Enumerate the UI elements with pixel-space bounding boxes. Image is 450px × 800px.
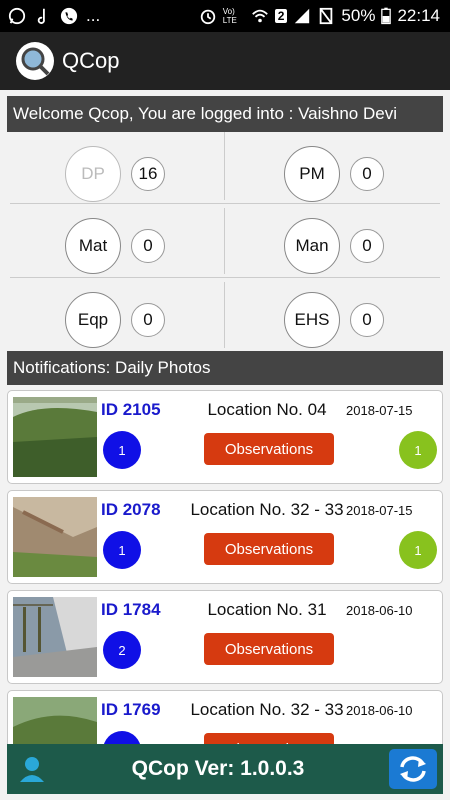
counter-eqp[interactable]: Eqp 0 <box>65 284 283 356</box>
card-id: ID 1769 <box>101 700 161 719</box>
user-profile-icon[interactable] <box>17 754 47 784</box>
counter-value: 0 <box>350 157 384 191</box>
list-item[interactable]: ID 1769 Location No. 32 - 33 2018-06-10 … <box>7 690 443 744</box>
blue-count-badge[interactable]: 2 <box>103 631 141 669</box>
status-time: 22:14 <box>397 6 440 25</box>
green-count-badge[interactable]: 1 <box>399 531 437 569</box>
site-photo-thumbnail[interactable] <box>13 397 97 477</box>
alarm-icon <box>200 9 215 25</box>
app-title: QCop <box>62 48 120 73</box>
observations-button[interactable]: Observations <box>204 733 334 744</box>
app-version: QCop Ver: 1.0.0.3 <box>131 757 305 780</box>
counter-dp[interactable]: DP 16 <box>65 138 283 210</box>
counter-value: 0 <box>131 229 165 263</box>
card-location: Location No. 32 - 33 <box>190 700 344 719</box>
notifications-list[interactable]: ID 2105 Location No. 04 2018-07-15 1 Obs… <box>0 390 450 744</box>
green-count-badge[interactable]: 1 <box>399 431 437 469</box>
blue-count-badge[interactable]: 1 <box>103 531 141 569</box>
card-id: ID 2078 <box>101 500 161 519</box>
status-left: ... <box>0 6 100 26</box>
battery-icon <box>381 7 392 25</box>
volte-indicator: Vo) LTE <box>222 7 237 25</box>
list-item[interactable]: ID 2105 Location No. 04 2018-07-15 1 Obs… <box>7 390 443 484</box>
counters-grid: DP 16 PM 0 Mat 0 Man 0 Eqp 0 EHS 0 <box>7 132 443 348</box>
card-location: Location No. 32 - 33 <box>190 500 344 519</box>
counter-mat[interactable]: Mat 0 <box>65 210 283 282</box>
observations-button[interactable]: Observations <box>204 533 334 565</box>
battery-percent: 50% <box>341 6 376 25</box>
phone-icon <box>60 7 78 25</box>
signal-icon <box>295 8 310 24</box>
counter-label: DP <box>65 146 121 202</box>
notifications-header: Notifications: Daily Photos <box>7 351 443 385</box>
list-item[interactable]: ID 1784 Location No. 31 2018-06-10 2 Obs… <box>7 590 443 684</box>
refresh-icon <box>400 756 426 782</box>
sim-badge: 2 <box>274 9 288 23</box>
status-overflow: ... <box>86 6 101 25</box>
app-bar: QCop <box>0 32 450 90</box>
blue-count-badge[interactable]: 1 <box>103 431 141 469</box>
notifications-title: Notifications: Daily Photos <box>13 358 211 377</box>
welcome-banner: Welcome Qcop, You are logged into : Vais… <box>7 96 443 132</box>
counter-ehs[interactable]: EHS 0 <box>284 284 450 356</box>
counter-value: 0 <box>350 229 384 263</box>
counter-label: EHS <box>284 292 340 348</box>
counter-man[interactable]: Man 0 <box>284 210 450 282</box>
card-date: 2018-06-10 <box>346 703 413 718</box>
card-id: ID 1784 <box>101 600 161 619</box>
card-date: 2018-06-10 <box>346 603 413 618</box>
observations-button[interactable]: Observations <box>204 633 334 665</box>
refresh-button[interactable] <box>389 749 437 789</box>
status-bar: ... Vo) LTE 2 50% 22:14 <box>0 0 450 32</box>
footer-bar: QCop Ver: 1.0.0.3 <box>7 744 443 794</box>
counter-label: PM <box>284 146 340 202</box>
observations-button[interactable]: Observations <box>204 433 334 465</box>
no-sim-icon <box>320 7 333 25</box>
counter-value: 0 <box>131 303 165 337</box>
card-location: Location No. 04 <box>207 400 327 419</box>
counter-pm[interactable]: PM 0 <box>284 138 450 210</box>
site-photo-thumbnail[interactable] <box>13 697 97 744</box>
blue-count-badge[interactable] <box>103 731 141 744</box>
counter-value: 16 <box>131 157 165 191</box>
counter-value: 0 <box>350 303 384 337</box>
status-right: Vo) LTE 2 50% 22:14 <box>199 6 450 26</box>
site-photo-thumbnail[interactable] <box>13 497 97 577</box>
music-note-icon <box>37 8 45 24</box>
card-date: 2018-07-15 <box>346 503 413 518</box>
welcome-text: Welcome Qcop, You are logged into : Vais… <box>13 104 397 123</box>
counter-label: Mat <box>65 218 121 274</box>
whatsapp-icon <box>8 7 26 25</box>
site-photo-thumbnail[interactable] <box>13 597 97 677</box>
wifi-icon <box>251 9 268 23</box>
counter-label: Man <box>284 218 340 274</box>
card-date: 2018-07-15 <box>346 403 413 418</box>
app-logo-icon <box>16 42 54 80</box>
list-item[interactable]: ID 2078 Location No. 32 - 33 2018-07-15 … <box>7 490 443 584</box>
card-id: ID 2105 <box>101 400 161 419</box>
card-location: Location No. 31 <box>207 600 327 619</box>
counter-label: Eqp <box>65 292 121 348</box>
